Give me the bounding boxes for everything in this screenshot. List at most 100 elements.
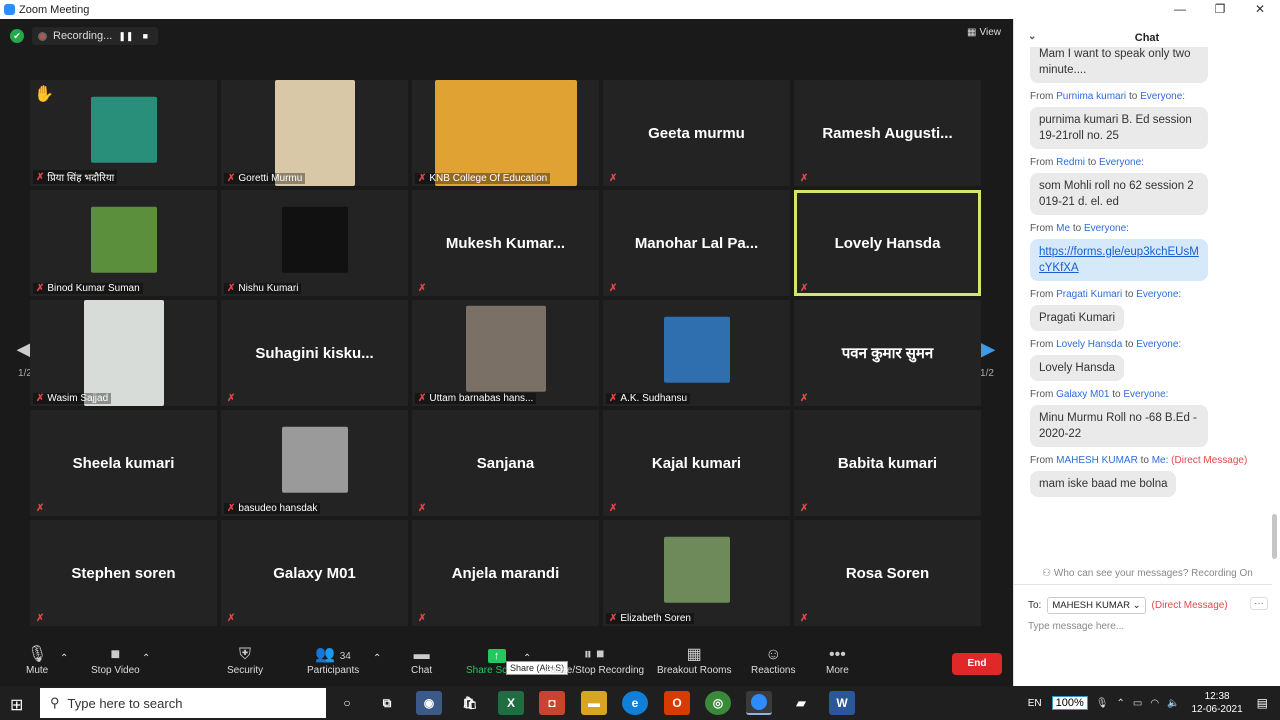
generic-app-icon[interactable]: ▰ xyxy=(788,691,814,715)
recipient-name: Everyone: xyxy=(1136,339,1182,350)
chat-title: Chat xyxy=(1134,32,1160,44)
taskbar-search-box[interactable]: ⚲ Type here to search xyxy=(40,688,326,718)
participant-tile[interactable]: Kajal kumari ✗ xyxy=(603,410,790,516)
stop-video-button[interactable]: ■ Stop Video xyxy=(91,645,140,676)
battery-icon[interactable]: ▭ xyxy=(1133,698,1142,709)
close-button[interactable]: ✕ xyxy=(1240,0,1280,19)
encryption-shield-icon[interactable]: ✔ xyxy=(10,29,24,43)
pause-recording-icon[interactable]: ❚❚ xyxy=(118,31,133,42)
security-button[interactable]: ⛨ Security xyxy=(227,645,263,676)
chat-scroll-thumb[interactable] xyxy=(1272,514,1277,559)
recipient-dropdown[interactable]: MAHESH KUMAR ⌄ xyxy=(1047,597,1146,614)
chat-more-options-button[interactable]: ··· xyxy=(1250,597,1268,610)
mic-muted-icon: ✗ xyxy=(800,393,809,404)
participant-tile[interactable]: ✗ A.K. Sudhansu xyxy=(603,300,790,406)
window-title-bar: Zoom Meeting — ❐ ✕ xyxy=(0,0,1280,19)
participant-tile[interactable]: ✗ Nishu Kumari xyxy=(221,190,408,296)
more-button[interactable]: ••• More xyxy=(826,645,849,676)
battery-level[interactable]: 100% xyxy=(1051,696,1088,710)
participant-tile[interactable]: Mukesh Kumar... ✗ xyxy=(412,190,599,296)
mic-muted-icon: ✗ xyxy=(36,393,45,404)
participant-tile[interactable]: Geeta murmu ✗ xyxy=(603,80,790,186)
notification-icon[interactable]: ▤ xyxy=(1257,696,1268,710)
chevron-down-icon[interactable]: ⌄ xyxy=(1028,31,1036,42)
participant-tile[interactable]: ✗ basudeo hansdak xyxy=(221,410,408,516)
more-label: More xyxy=(826,665,849,676)
participant-video xyxy=(90,206,157,273)
from-word: From xyxy=(1030,289,1054,300)
chat-message-list[interactable]: Mam I want to speak only two minute.... … xyxy=(1014,47,1272,559)
cortana-icon[interactable]: ○ xyxy=(334,691,360,715)
reactions-button[interactable]: ☺ Reactions xyxy=(751,645,795,676)
word-icon[interactable]: W xyxy=(829,691,855,715)
participant-tile[interactable]: Ramesh Augusti... ✗ xyxy=(794,80,981,186)
chevron-down-icon: ⌄ xyxy=(1132,600,1141,611)
mic-muted-icon: ✗ xyxy=(800,173,809,184)
chat-link[interactable]: https://forms.gle/eup3kchEUsMcYKfXA xyxy=(1030,239,1208,281)
wifi-icon[interactable]: ◠ xyxy=(1150,698,1159,709)
participant-name-label: ✗ KNB College Of Education xyxy=(415,173,551,184)
windows-start-icon[interactable]: ⊞ xyxy=(10,695,23,715)
participant-tile[interactable]: ✗ Goretti Murmu xyxy=(221,80,408,186)
chat-scrollbar[interactable] xyxy=(1272,59,1278,559)
volume-icon[interactable]: 🔈 xyxy=(1167,698,1179,709)
video-options-caret[interactable]: ⌃ xyxy=(142,653,150,664)
media-app-icon[interactable]: ◉ xyxy=(416,691,442,715)
microphone-tray-icon[interactable]: 🎙 xyxy=(1096,698,1109,709)
mic-muted-icon: ✗ xyxy=(227,503,236,514)
end-meeting-button[interactable]: End xyxy=(952,653,1002,675)
pause-stop-recording-button[interactable]: ⏸ ⏹ Pause/Stop Recording xyxy=(544,645,644,676)
participant-tile[interactable]: Lovely Hansda ✗ xyxy=(794,190,981,296)
chrome-icon[interactable]: ◎ xyxy=(705,691,731,715)
edge-browser-icon[interactable]: e xyxy=(622,691,648,715)
maximize-button[interactable]: ❐ xyxy=(1200,0,1240,19)
participant-tile[interactable]: Stephen soren ✗ xyxy=(30,520,217,626)
chat-privacy-note[interactable]: ⚇ Who can see your messages? Recording O… xyxy=(1014,568,1280,579)
participant-tile[interactable]: Manohar Lal Pa... ✗ xyxy=(603,190,790,296)
minimize-button[interactable]: — xyxy=(1160,0,1200,19)
office-lens-icon[interactable]: ◘ xyxy=(539,691,565,715)
participant-tile[interactable]: ✋ ✗ प्रिया सिंह भदौरिया xyxy=(30,80,217,186)
participant-tile[interactable]: ✗ Wasim Sajjad xyxy=(30,300,217,406)
chevron-up-icon[interactable]: ⌃ xyxy=(1116,698,1124,709)
participants-button[interactable]: 👥 34 Participants xyxy=(307,645,359,676)
participant-tile[interactable]: पवन कुमार सुमन ✗ xyxy=(794,300,981,406)
stop-recording-icon[interactable]: ■ xyxy=(138,31,152,41)
office-icon[interactable]: O xyxy=(664,691,690,715)
participant-tile[interactable]: Babita kumari ✗ xyxy=(794,410,981,516)
chat-message-input[interactable] xyxy=(1028,621,1258,632)
participant-tile[interactable]: ✗ Binod Kumar Suman xyxy=(30,190,217,296)
participant-tile[interactable]: Sanjana ✗ xyxy=(412,410,599,516)
task-view-icon[interactable]: ⧉ xyxy=(374,691,400,715)
audio-options-caret[interactable]: ⌃ xyxy=(60,653,68,664)
participant-tile[interactable]: Rosa Soren ✗ xyxy=(794,520,981,626)
file-explorer-icon[interactable]: ▬ xyxy=(581,691,607,715)
window-title: Zoom Meeting xyxy=(19,3,90,16)
recipient-name: Everyone: xyxy=(1140,91,1186,102)
participant-tile[interactable]: ✗ Uttam barnabas hans... xyxy=(412,300,599,406)
participant-tile[interactable]: Sheela kumari ✗ xyxy=(30,410,217,516)
participant-tile[interactable]: Anjela marandi ✗ xyxy=(412,520,599,626)
breakout-rooms-button[interactable]: ▦ Breakout Rooms xyxy=(657,645,731,676)
participant-tile[interactable]: ✗ Elizabeth Soren xyxy=(603,520,790,626)
clock[interactable]: 12:38 12-06-2021 xyxy=(1192,690,1243,716)
raised-hand-icon: ✋ xyxy=(34,86,54,103)
mic-muted-icon: ✗ xyxy=(800,613,809,624)
zoom-taskbar-icon[interactable] xyxy=(746,691,772,715)
participant-name-label: ✗ Uttam barnabas hans... xyxy=(415,393,537,404)
participant-video xyxy=(281,426,348,493)
participant-name: Nishu Kumari xyxy=(238,283,299,294)
participant-tile[interactable]: Suhagini kisku... ✗ xyxy=(221,300,408,406)
store-icon[interactable]: 🛍 xyxy=(457,691,483,715)
view-button[interactable]: ▦ View xyxy=(967,27,1001,38)
chat-button[interactable]: ▬ Chat xyxy=(411,645,432,676)
participant-tile[interactable]: ✗ KNB College Of Education xyxy=(412,80,599,186)
language-indicator[interactable]: EN xyxy=(1028,698,1042,709)
mute-button[interactable]: 🎙 Mute xyxy=(26,645,48,676)
chat-message: From Me to Everyone: https://forms.gle/eu… xyxy=(1030,223,1272,281)
share-screen-arrow-icon: ↑ xyxy=(487,649,506,663)
participant-name-label: ✗ Nishu Kumari xyxy=(224,283,302,294)
participants-options-caret[interactable]: ⌃ xyxy=(373,653,381,664)
excel-icon[interactable]: X xyxy=(498,691,524,715)
participant-tile[interactable]: Galaxy M01 ✗ xyxy=(221,520,408,626)
